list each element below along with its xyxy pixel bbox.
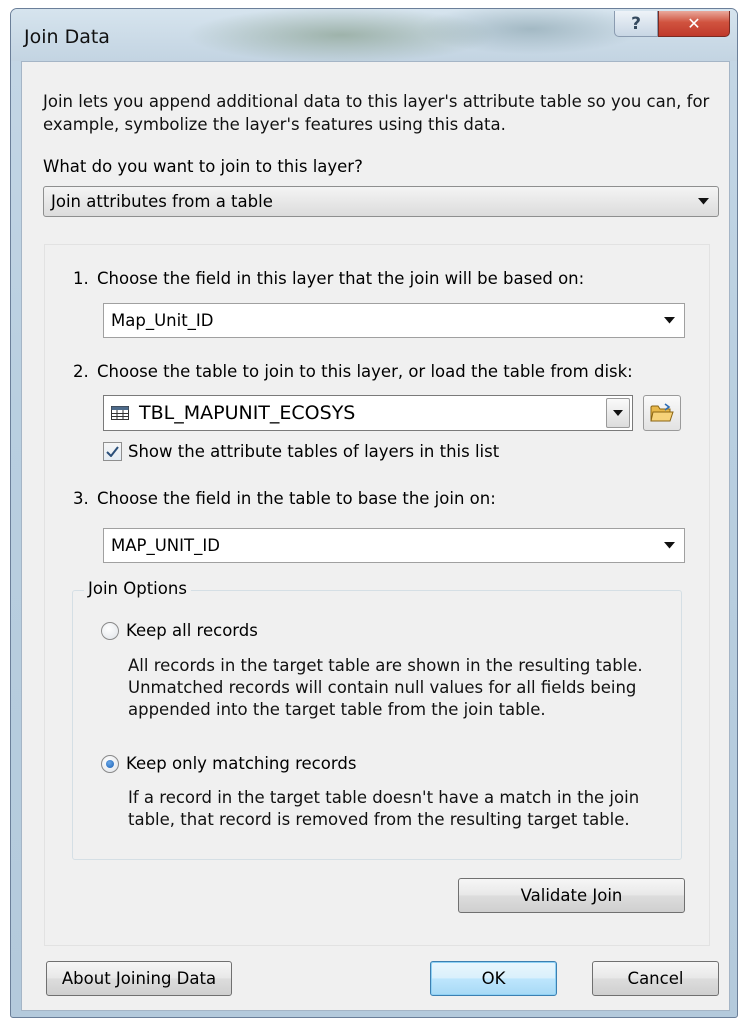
keep-matching-records-description: If a record in the target table doesn't … <box>128 788 640 829</box>
join-table-value: TBL_MAPUNIT_ECOSYS <box>139 402 356 424</box>
step1-text: Choose the field in this layer that the … <box>97 269 585 288</box>
chevron-down-icon <box>654 542 684 549</box>
about-joining-data-button[interactable]: About Joining Data <box>46 961 232 996</box>
keep-matching-records-radio[interactable] <box>101 754 119 773</box>
checkmark-icon <box>106 446 119 457</box>
keep-all-records-description: All records in the target table are show… <box>128 656 643 719</box>
keep-all-records-radio[interactable] <box>101 621 119 640</box>
ok-button[interactable]: OK <box>430 961 557 996</box>
cancel-button[interactable]: Cancel <box>592 961 719 996</box>
step3-label: 3. Choose the field in the table to base … <box>73 489 496 508</box>
browse-table-button[interactable] <box>643 395 681 431</box>
keep-matching-records-label: Keep only matching records <box>126 754 357 773</box>
join-type-question: What do you want to join to this layer? <box>43 157 363 176</box>
table-icon <box>111 406 129 420</box>
step2-label: 2. Choose the table to join to this layer… <box>73 362 633 381</box>
keep-matching-records-option[interactable]: Keep only matching records <box>101 754 356 773</box>
show-tables-option[interactable]: Show the attribute tables of layers in t… <box>103 442 499 461</box>
help-icon: ? <box>631 13 641 34</box>
step1-label: 1. Choose the field in this layer that th… <box>73 269 584 288</box>
close-icon: ✕ <box>687 14 701 33</box>
keep-all-records-option[interactable]: Keep all records <box>101 621 258 640</box>
join-table-combobox[interactable]: TBL_MAPUNIT_ECOSYS <box>103 395 633 431</box>
join-field-dropdown[interactable]: MAP_UNIT_ID <box>103 528 685 563</box>
join-settings-panel: 1. Choose the field in this layer that th… <box>44 244 710 946</box>
show-tables-checkbox[interactable] <box>103 442 122 461</box>
step3-text: Choose the field in the table to base th… <box>97 489 496 508</box>
join-options-legend: Join Options <box>84 579 191 598</box>
join-field-value: MAP_UNIT_ID <box>111 536 220 555</box>
join-type-value: Join attributes from a table <box>51 192 273 211</box>
intro-text: Join lets you append additional data to … <box>43 92 710 134</box>
join-table-dropdown-button[interactable] <box>606 398 630 428</box>
show-tables-label: Show the attribute tables of layers in t… <box>128 442 500 461</box>
chevron-down-icon <box>688 198 718 205</box>
join-type-dropdown[interactable]: Join attributes from a table <box>43 186 719 217</box>
validate-join-button[interactable]: Validate Join <box>458 878 685 913</box>
help-button[interactable]: ? <box>614 11 658 37</box>
layer-field-dropdown[interactable]: Map_Unit_ID <box>103 303 685 338</box>
step2-text: Choose the table to join to this layer, … <box>97 362 633 381</box>
keep-all-records-label: Keep all records <box>126 621 258 640</box>
join-options-group: Join Options Keep all records All record… <box>72 579 682 860</box>
step1-number: 1. <box>73 269 89 288</box>
chevron-down-icon <box>613 410 623 416</box>
dialog-body: Join lets you append additional data to … <box>21 61 730 1011</box>
title-bar[interactable]: Join Data ? ✕ <box>11 9 737 61</box>
join-data-dialog: Join Data ? ✕ Join lets you append addit… <box>10 8 738 1018</box>
step3-number: 3. <box>73 489 89 508</box>
chevron-down-icon <box>654 317 684 324</box>
layer-field-value: Map_Unit_ID <box>111 311 214 330</box>
open-folder-icon <box>650 403 674 423</box>
close-button[interactable]: ✕ <box>658 11 730 37</box>
step2-number: 2. <box>73 362 89 381</box>
dialog-title: Join Data <box>24 26 110 48</box>
